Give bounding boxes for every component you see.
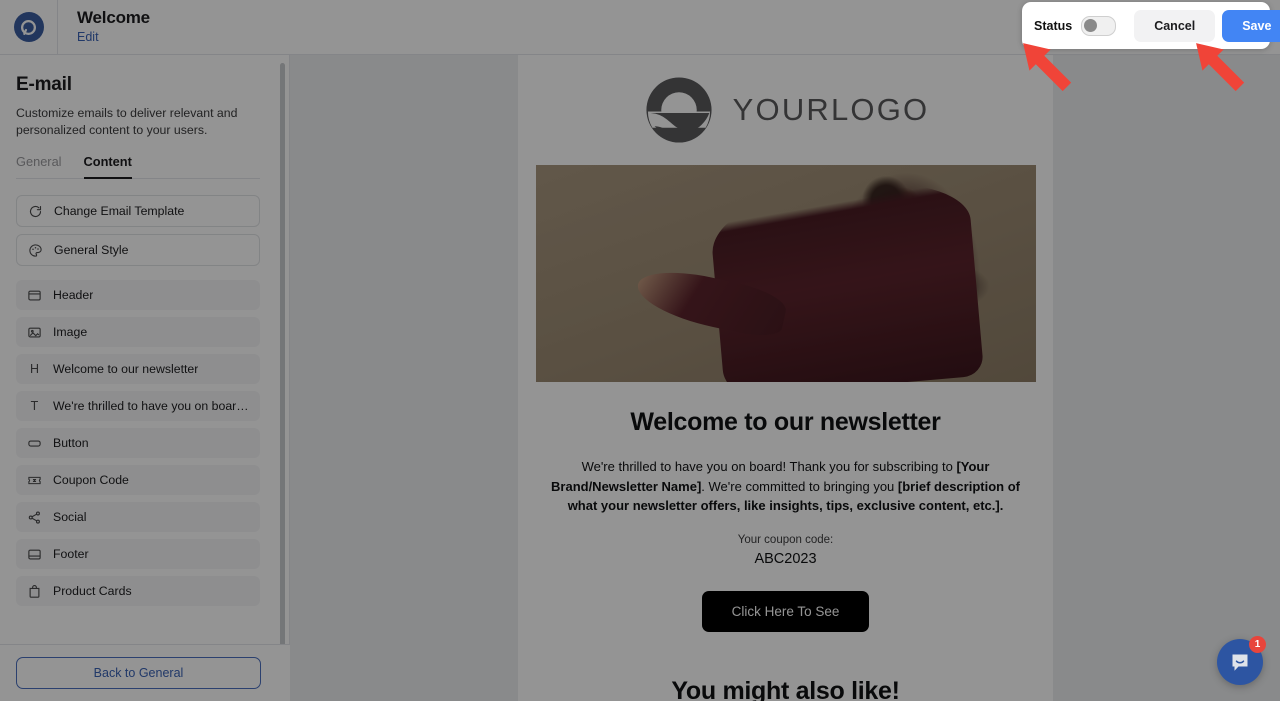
sidebar-item-header[interactable]: Header <box>16 280 260 310</box>
sidebar-item-button-label: Button <box>53 436 89 450</box>
share-icon <box>27 510 42 525</box>
coupon-label: Your coupon code: <box>737 533 834 546</box>
sidebar-item-social-label: Social <box>53 510 87 524</box>
sidebar-item-paragraph-text[interactable]: T We're thrilled to have you on board! T… <box>16 391 260 421</box>
bag-icon <box>27 584 42 599</box>
hero-figure-shape <box>707 175 985 382</box>
brand-logo-container[interactable] <box>0 0 58 55</box>
sidebar-item-heading-text[interactable]: H Welcome to our newsletter <box>16 354 260 384</box>
header-icon <box>27 288 42 303</box>
coupon-code: ABC2023 <box>754 550 817 567</box>
sidebar-item-social[interactable]: Social <box>16 502 260 532</box>
sidebar-footer: Back to General <box>0 644 290 701</box>
sidebar-blocks: Header Image H Welcome to our newsletter <box>16 280 260 606</box>
app-logo-icon[interactable] <box>13 12 44 42</box>
email-cta-row: Click Here To See <box>518 590 1053 632</box>
sidebar-actions: Change Email Template General Style <box>16 195 260 266</box>
button-icon <box>27 436 42 451</box>
image-icon <box>27 325 42 340</box>
tab-general[interactable]: General <box>16 154 62 178</box>
sidebar-item-coupon-code-label: Coupon Code <box>53 473 129 487</box>
sidebar-item-heading-text-label: Welcome to our newsletter <box>53 362 199 376</box>
sidebar-content: E-mail Customize emails to deliver relev… <box>0 55 289 606</box>
text-letter-icon: T <box>30 399 39 413</box>
email-section-heading: You might also like! <box>671 676 900 701</box>
sidebar-tabs: General Content <box>16 154 260 179</box>
back-to-general-button[interactable]: Back to General <box>16 657 261 689</box>
sidebar-item-product-cards-label: Product Cards <box>53 584 132 598</box>
tab-content[interactable]: Content <box>83 154 133 179</box>
chat-unread-badge: 1 <box>1249 636 1266 653</box>
heading-letter-icon: H <box>29 362 40 376</box>
hero-image <box>536 165 1036 382</box>
arrow-to-status-toggle <box>1023 43 1072 92</box>
status-toggle[interactable] <box>1081 15 1117 36</box>
settings-sidebar: E-mail Customize emails to deliver relev… <box>0 55 290 701</box>
arrow-to-save-button <box>1196 43 1245 92</box>
app-root: Welcome Edit E-mail Customize emails to … <box>0 0 1280 701</box>
general-style-label: General Style <box>54 243 129 257</box>
email-logo-text: YOURLOGO <box>732 92 930 127</box>
sidebar-item-footer[interactable]: Footer <box>16 539 260 569</box>
sidebar-item-image-label: Image <box>53 325 88 339</box>
sidebar-item-footer-label: Footer <box>53 547 89 561</box>
sidebar-item-button[interactable]: Button <box>16 428 260 458</box>
sidebar-description: Customize emails to deliver relevant and… <box>16 106 238 137</box>
sidebar-item-header-label: Header <box>53 288 94 302</box>
email-body-text: We're thrilled to have you on board! Tha… <box>542 457 1029 516</box>
sidebar-item-image[interactable]: Image <box>16 317 260 347</box>
email-document: YOURLOGO Welcome to our newsletter We're… <box>518 55 1053 701</box>
body-part-2: . We're committed to bringing you <box>701 478 898 494</box>
header-title-group: Welcome Edit <box>58 8 150 46</box>
status-toggle-knob <box>1084 18 1098 32</box>
change-email-template-button[interactable]: Change Email Template <box>16 195 260 227</box>
change-email-template-label: Change Email Template <box>54 204 185 218</box>
circle-wave-logo-icon <box>646 77 712 143</box>
email-cta-button[interactable]: Click Here To See <box>701 590 870 632</box>
sidebar-item-coupon-code[interactable]: Coupon Code <box>16 465 260 495</box>
email-logo-row: YOURLOGO <box>518 55 1053 165</box>
sidebar-scrollbar[interactable] <box>280 63 285 683</box>
email-heading: Welcome to our newsletter <box>630 408 941 436</box>
refresh-icon <box>28 204 43 219</box>
sidebar-item-product-cards[interactable]: Product Cards <box>16 576 260 606</box>
ticket-icon <box>27 473 42 488</box>
general-style-button[interactable]: General Style <box>16 234 260 266</box>
page-title: Welcome <box>77 8 150 27</box>
edit-link[interactable]: Edit <box>77 29 150 46</box>
sidebar-title: E-mail <box>16 74 72 95</box>
sidebar-item-paragraph-text-label: We're thrilled to have you on board! Tha… <box>53 399 249 413</box>
body-part-0: We're thrilled to have you on board! Tha… <box>581 459 957 474</box>
footer-icon <box>27 547 42 562</box>
email-preview-canvas: YOURLOGO Welcome to our newsletter We're… <box>290 55 1280 701</box>
palette-icon <box>28 243 43 258</box>
chat-launcher-button[interactable]: 1 <box>1217 636 1266 685</box>
chat-bubble-icon <box>1232 654 1248 671</box>
